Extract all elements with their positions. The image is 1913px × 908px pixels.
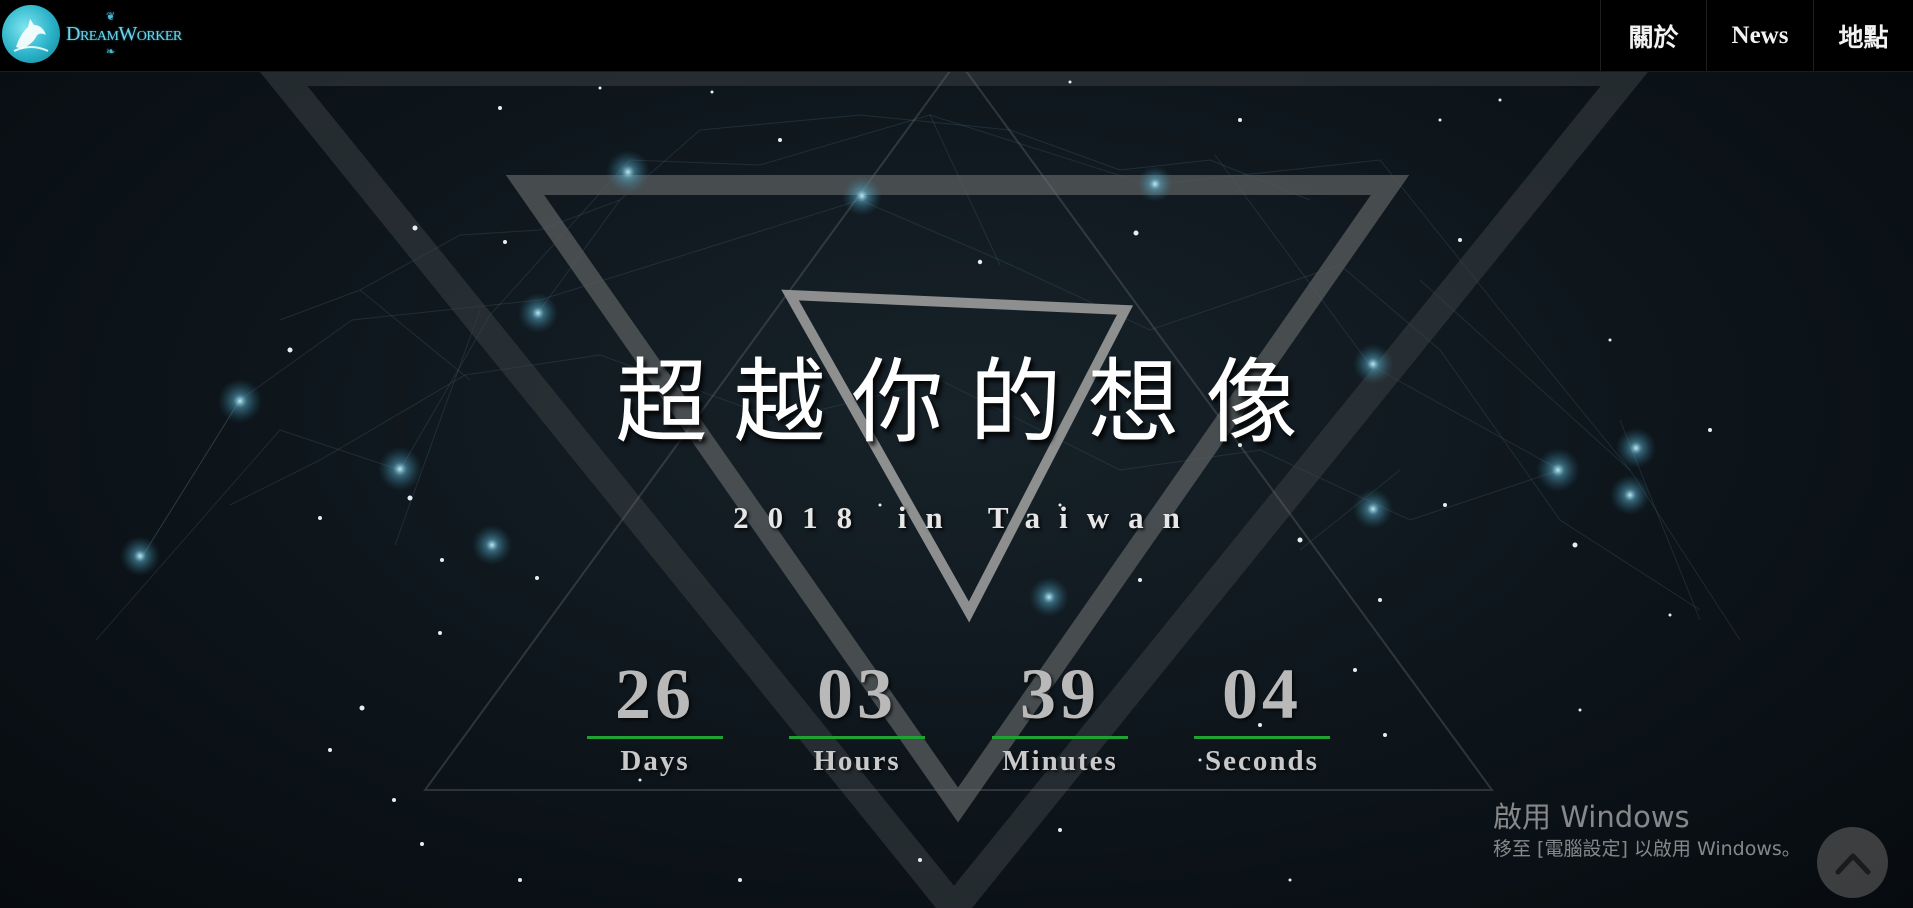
countdown-seconds: 04 Seconds: [1194, 655, 1330, 776]
windows-activation-watermark: 啟用 Windows 移至 [電腦設定] 以啟用 Windows。: [1493, 798, 1801, 862]
countdown-seconds-value: 04: [1222, 654, 1302, 734]
countdown-days: 26 Days: [587, 655, 723, 776]
windows-activation-title: 啟用 Windows: [1493, 800, 1690, 834]
nav-item-location[interactable]: 地點: [1813, 0, 1913, 71]
wolf-logo-icon: [2, 5, 60, 63]
logo-ornament-bottom-icon: ❧: [106, 45, 115, 58]
logo-wordmark: ❦ DreamWorker ❧: [66, 10, 182, 58]
countdown-minutes-value: 39: [1020, 654, 1100, 734]
countdown-days-label: Days: [620, 745, 690, 777]
top-navbar: ❦ DreamWorker ❧ 關於 News 地點: [0, 0, 1913, 72]
countdown-divider: [1194, 736, 1330, 739]
windows-activation-subtitle: 移至 [電腦設定] 以啟用 Windows。: [1493, 838, 1801, 860]
logo-ornament-icon: ❦: [106, 10, 115, 23]
countdown-timer: 26 Days 03 Hours 39 Minutes 04 Seconds: [587, 655, 1337, 785]
site-logo[interactable]: ❦ DreamWorker ❧: [2, 4, 182, 64]
nav-item-news[interactable]: News: [1706, 0, 1813, 71]
hero-title: 超越你的想像: [615, 349, 1324, 456]
countdown-minutes: 39 Minutes: [992, 655, 1128, 776]
countdown-minutes-label: Minutes: [1002, 745, 1118, 777]
countdown-divider: [587, 736, 723, 739]
countdown-seconds-label: Seconds: [1205, 745, 1319, 777]
main-nav: 關於 News 地點: [1600, 0, 1913, 71]
chevron-up-icon: [1835, 853, 1870, 874]
countdown-divider: [789, 736, 925, 739]
countdown-hours-label: Hours: [813, 745, 901, 777]
nav-item-about[interactable]: 關於: [1600, 0, 1706, 71]
countdown-hours: 03 Hours: [789, 655, 925, 776]
landing-page: ❦ DreamWorker ❧ 關於 News 地點 超越你的想像 2018 i…: [0, 0, 1913, 908]
countdown-hours-value: 03: [817, 654, 897, 734]
hero-subtitle: 2018 in Taiwan: [733, 500, 1199, 535]
countdown-days-value: 26: [615, 654, 695, 734]
scroll-to-top-button[interactable]: [1817, 827, 1888, 898]
countdown-divider: [992, 736, 1128, 739]
